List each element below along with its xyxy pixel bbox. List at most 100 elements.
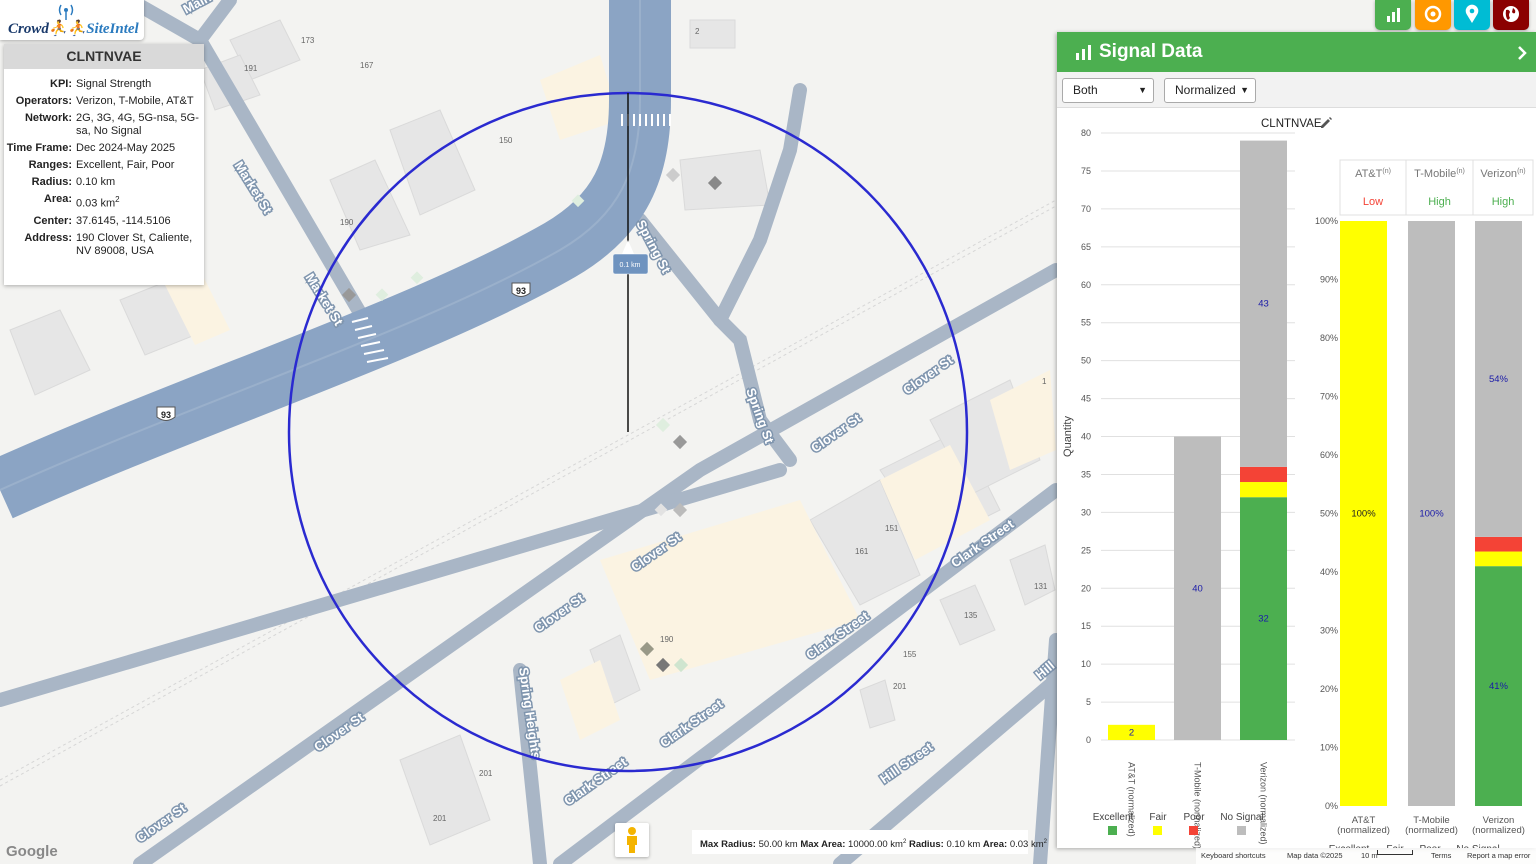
terms-link[interactable]: Terms [1431,850,1451,861]
pegman-icon [627,827,637,853]
y-tick-label: 10 [1081,659,1091,669]
globe-button[interactable] [1493,0,1529,30]
column-header: Verizon(n) [1480,168,1525,180]
column-header: AT&T(n) [1355,168,1391,180]
signal-data-header: Signal Data [1057,32,1536,72]
building-number: 2 [695,27,700,36]
info-row-address: Address: 190 Clover St, Caliente, NV 8900… [24,231,193,257]
info-row-ranges: Ranges: Excellent, Fair, Poor [28,159,175,171]
legend-swatch [1108,826,1117,835]
target-button[interactable] [1415,0,1451,30]
data-label: 54% [1489,374,1509,385]
signal-data-panel: Signal Data Both ▼ Normalized ▼ CLNTNVAE 0… [1057,32,1536,848]
info-title: CLNTNVAE [4,44,204,69]
y-tick-label: 70 [1081,204,1091,214]
legend-label: No Signal [1220,812,1263,823]
info-row-radius: Radius: 0.10 km [31,176,116,188]
scale-bar [1377,850,1413,855]
crowd-icon: ⛹⛹ [48,21,87,37]
building-number: 190 [660,635,674,644]
map-attribution: Keyboard shortcuts Map data ©2025 10 m T… [1196,848,1536,864]
x-tick-label: (normalized) [1472,825,1525,836]
legend-swatch [1189,826,1198,835]
svg-text:93: 93 [161,410,171,420]
y-tick-label: 55 [1081,318,1091,328]
chart-button[interactable] [1375,0,1411,30]
data-label: 2 [1129,727,1134,738]
scale-label[interactable]: 10 m [1361,850,1378,861]
target-icon [1424,5,1442,23]
bar-segment [1240,482,1287,498]
y-tick-label: 35 [1081,469,1091,479]
info-row-operators: Operators: Verizon, T-Mobile, AT&T [15,95,194,107]
legend-swatch [1153,826,1162,835]
svg-text:93: 93 [516,286,526,296]
y-tick-label: 30% [1320,626,1338,636]
column-header: T-Mobile(n) [1414,168,1465,180]
x-tick-label: (normalized) [1337,825,1390,836]
building-number: 161 [855,547,869,556]
logo-text: Crowd⛹⛹SiteIntel [8,21,139,37]
map-pin-icon [1465,4,1479,24]
info-panel: CLNTNVAE KPI: Signal Strength Operators: V… [4,44,204,285]
data-label: 100% [1351,509,1376,520]
route-93-shield: 93 [511,282,531,297]
data-label: 40 [1192,583,1203,594]
y-tick-label: 0 [1086,735,1091,745]
info-row-center: Center: 37.6145, -114.5106 [33,214,171,227]
route-93-shield: 93 [156,406,176,421]
bar-segment [1475,536,1522,552]
street-view-pegman[interactable] [615,823,649,857]
building-number: 201 [479,769,493,778]
info-table: KPI: Signal Strength Operators: Verizon, T… [4,77,200,261]
legend-label: Poor [1183,812,1205,823]
building-number: 155 [903,650,917,659]
panel-controls: Both ▼ Normalized ▼ [1057,72,1536,108]
y-tick-label: 10% [1320,743,1338,753]
building-number: 173 [301,36,315,45]
y-tick-label: 80 [1081,128,1091,138]
rating-label: High [1428,196,1451,208]
building-number: 201 [893,682,907,691]
mode-select[interactable]: Normalized ▼ [1164,78,1256,103]
data-label: 32 [1258,614,1269,625]
signal-data-title: Signal Data [1099,41,1203,62]
signal-charts: CLNTNVAE 0 5 10 15 20 25 30 35 40 45 50 55 60 65 70 75 8… [1062,117,1534,848]
y-tick-label: 15 [1081,621,1091,631]
info-row-network: Network: 2G, 3G, 4G, 5G-nsa, 5G-sa, No Si… [24,112,199,137]
chevron-right-icon[interactable] [1516,45,1528,61]
antenna-icon [58,4,74,20]
x-tick-label: T-Mobile (normalized) [1193,762,1203,848]
edit-icon[interactable] [1321,117,1332,128]
legend-swatch [1237,826,1246,835]
y-tick-label: 25 [1081,545,1091,555]
chevron-down-icon: ▼ [1138,85,1147,95]
rating-label: Low [1363,196,1383,208]
y-tick-label: 50 [1081,356,1091,366]
x-tick-label: Verizon (normalized) [1259,762,1269,845]
y-axis-label: Quantity [1062,416,1074,457]
operator-select[interactable]: Both ▼ [1062,78,1154,103]
y-tick-label: 90% [1320,275,1338,285]
building-number: 131 [1034,582,1048,591]
y-tick-label: 75 [1081,166,1091,176]
percent-chart: 0% 10% 20% 30% 40% 50% 60% 70% 80% 90% 100% AT&T(n)… [1315,159,1534,848]
bar-chart-icon [1387,8,1400,22]
building-number: 167 [360,61,374,70]
y-tick-label: 60 [1081,280,1091,290]
rating-label: High [1492,196,1515,208]
chart-title: CLNTNVAE [1261,118,1322,130]
legend-label: Fair [1149,812,1167,823]
info-row-kpi: KPI: Signal Strength [50,78,152,90]
legend-label: Excellent [1093,812,1134,823]
y-tick-label: 40 [1081,432,1091,442]
building-number: 190 [340,218,354,227]
report-map-error-link[interactable]: Report a map error [1467,850,1530,861]
building-number: 151 [885,524,899,533]
location-button[interactable] [1454,0,1490,30]
x-tick-label: AT&T (normalized) [1127,762,1137,837]
map-data-label: Map data ©2025 [1287,851,1343,860]
google-logo: Google [6,843,58,860]
keyboard-shortcuts-link[interactable]: Keyboard shortcuts [1201,850,1266,861]
x-tick-label: (normalized) [1405,825,1458,836]
